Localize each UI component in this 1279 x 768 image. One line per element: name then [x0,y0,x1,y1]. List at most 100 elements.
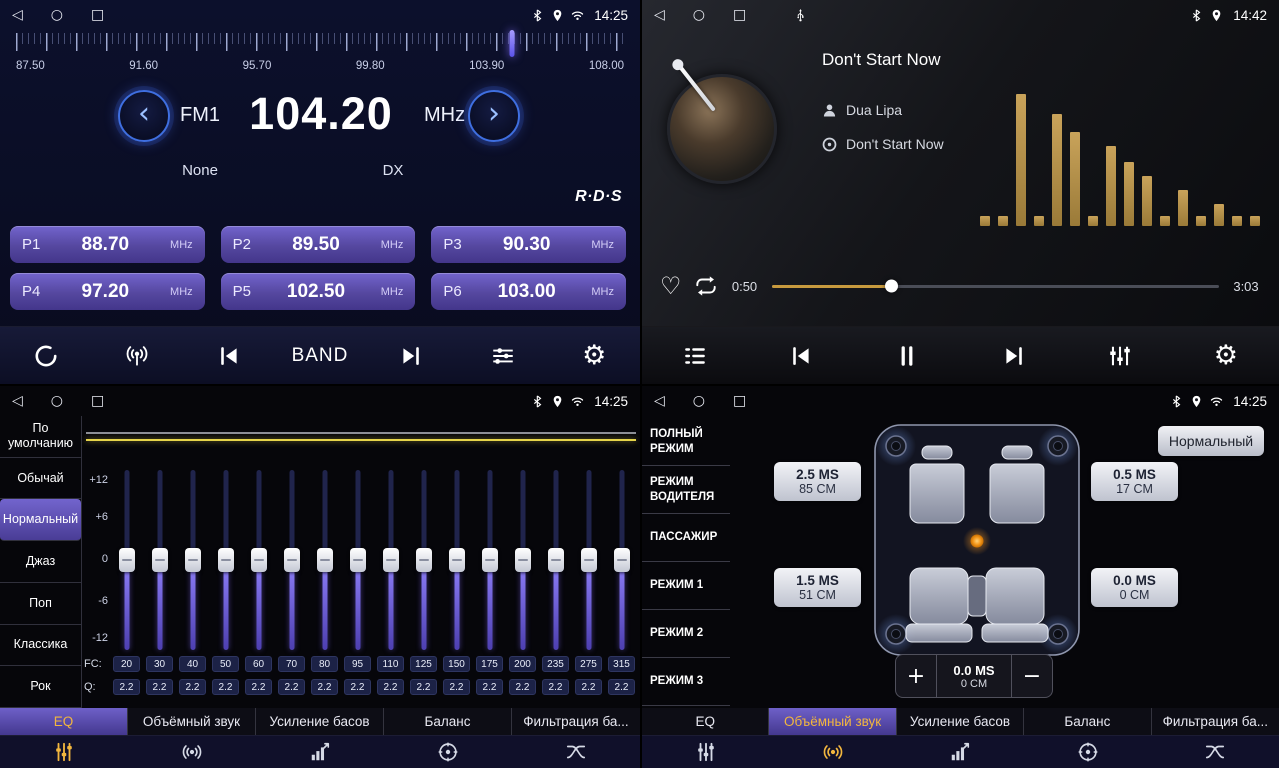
next-track-button[interactable] [983,334,1045,378]
tab-surround-icon-cell[interactable] [769,736,896,768]
seek-knob[interactable] [885,280,898,293]
playlist-button[interactable] [664,334,726,378]
eq-band-slider[interactable] [308,470,341,650]
previous-station-button[interactable] [198,334,260,378]
eq-preset-rock[interactable]: Рок [0,666,81,708]
tab-eq[interactable]: EQ [642,708,769,735]
tune-up-button[interactable]: › [468,90,520,142]
slider-knob[interactable] [548,548,564,572]
audio-settings-button[interactable] [1089,334,1151,378]
nav-recents-icon[interactable]: □ [733,8,746,22]
preset-button-p1[interactable]: P188.70MHz [10,226,205,263]
slider-knob[interactable] [251,548,267,572]
increase-button[interactable]: + [896,655,936,697]
eq-band-slider[interactable] [473,470,506,650]
slider-knob[interactable] [218,548,234,572]
nav-home-icon[interactable]: ○ [693,394,705,408]
slider-knob[interactable] [482,548,498,572]
slider-knob[interactable] [449,548,465,572]
next-station-button[interactable] [380,334,442,378]
eq-band-slider[interactable] [539,470,572,650]
broadcast-button[interactable] [106,334,168,378]
tab-bass-boost[interactable]: Усиление басов [897,708,1024,735]
tab-balance[interactable]: Баланс [1024,708,1151,735]
delay-rear-right[interactable]: 0.0 MS 0 CM [1091,568,1178,607]
nav-back-icon[interactable]: ◁ [654,8,665,22]
tab-bass-icon-cell[interactable] [256,736,384,768]
eq-band-slider[interactable] [110,470,143,650]
nav-home-icon[interactable]: ○ [51,394,63,408]
tab-filter[interactable]: Фильтрация ба... [1152,708,1279,735]
tab-balance-icon-cell[interactable] [1024,736,1151,768]
preset-button-p5[interactable]: P5102.50MHz [221,273,416,310]
tuning-pointer[interactable] [509,30,514,57]
eq-band-slider[interactable] [209,470,242,650]
eq-preset-custom[interactable]: Обычай [0,458,81,500]
slider-knob[interactable] [185,548,201,572]
eq-band-slider[interactable] [572,470,605,650]
nav-recents-icon[interactable]: □ [91,8,104,22]
slider-knob[interactable] [317,548,333,572]
nav-recents-icon[interactable]: □ [733,394,746,408]
slider-knob[interactable] [383,548,399,572]
eq-preset-classic[interactable]: Классика [0,625,81,667]
mode-3[interactable]: РЕЖИМ 3 [642,658,730,706]
favorite-icon[interactable]: ♡ [660,274,682,298]
tab-filter[interactable]: Фильтрация ба... [512,708,640,735]
tab-surround[interactable]: Объёмный звук [128,708,256,735]
mode-2[interactable]: РЕЖИМ 2 [642,610,730,658]
eq-band-slider[interactable] [374,470,407,650]
band-button[interactable]: BAND [289,334,351,378]
slider-knob[interactable] [152,548,168,572]
decrease-button[interactable]: − [1012,655,1052,697]
eq-band-slider[interactable] [275,470,308,650]
nav-recents-icon[interactable]: □ [91,394,104,408]
tab-balance-icon-cell[interactable] [384,736,512,768]
delay-rear-left[interactable]: 1.5 MS 51 CM [774,568,861,607]
eq-preset-pop[interactable]: Поп [0,583,81,625]
eq-band-slider[interactable] [242,470,275,650]
previous-track-button[interactable] [770,334,832,378]
eq-band-slider[interactable] [143,470,176,650]
nav-back-icon[interactable]: ◁ [654,394,665,408]
eq-preset-jazz[interactable]: Джаз [0,541,81,583]
nav-home-icon[interactable]: ○ [693,8,705,22]
eq-band-slider[interactable] [506,470,539,650]
nav-back-icon[interactable]: ◁ [12,394,23,408]
pause-button[interactable] [876,334,938,378]
delay-front-left[interactable]: 2.5 MS 85 CM [774,462,861,501]
slider-knob[interactable] [284,548,300,572]
slider-knob[interactable] [515,548,531,572]
tab-filter-icon-cell[interactable] [1152,736,1279,768]
slider-knob[interactable] [350,548,366,572]
slider-knob[interactable] [119,548,135,572]
preset-button-p2[interactable]: P289.50MHz [221,226,416,263]
slider-knob[interactable] [416,548,432,572]
nav-back-icon[interactable]: ◁ [12,8,23,22]
tab-eq-icon-cell[interactable] [642,736,769,768]
mode-1[interactable]: РЕЖИМ 1 [642,562,730,610]
eq-band-slider[interactable] [176,470,209,650]
eq-preset-normal[interactable]: Нормальный [0,499,81,541]
repeat-icon[interactable] [694,274,718,298]
scan-button[interactable] [15,334,77,378]
tab-eq-icon-cell[interactable] [0,736,128,768]
mode-driver[interactable]: РЕЖИМ ВОДИТЕЛЯ [642,466,730,514]
tab-bass-icon-cell[interactable] [897,736,1024,768]
preset-button-p6[interactable]: P6103.00MHz [431,273,626,310]
eq-preset-default[interactable]: По умолчанию [0,416,81,458]
mode-passenger[interactable]: ПАССАЖИР [642,514,730,562]
slider-knob[interactable] [581,548,597,572]
audio-settings-button[interactable] [472,334,534,378]
profile-button[interactable]: Нормальный [1158,426,1264,456]
eq-band-slider[interactable] [440,470,473,650]
tab-surround-icon-cell[interactable] [128,736,256,768]
tab-balance[interactable]: Баланс [384,708,512,735]
preset-button-p3[interactable]: P390.30MHz [431,226,626,263]
tab-bass-boost[interactable]: Усиление басов [256,708,384,735]
preset-button-p4[interactable]: P497.20MHz [10,273,205,310]
tab-filter-icon-cell[interactable] [512,736,640,768]
settings-button[interactable]: ⚙ [1195,334,1257,378]
mode-full[interactable]: ПОЛНЫЙ РЕЖИМ [642,418,730,466]
slider-knob[interactable] [614,548,630,572]
